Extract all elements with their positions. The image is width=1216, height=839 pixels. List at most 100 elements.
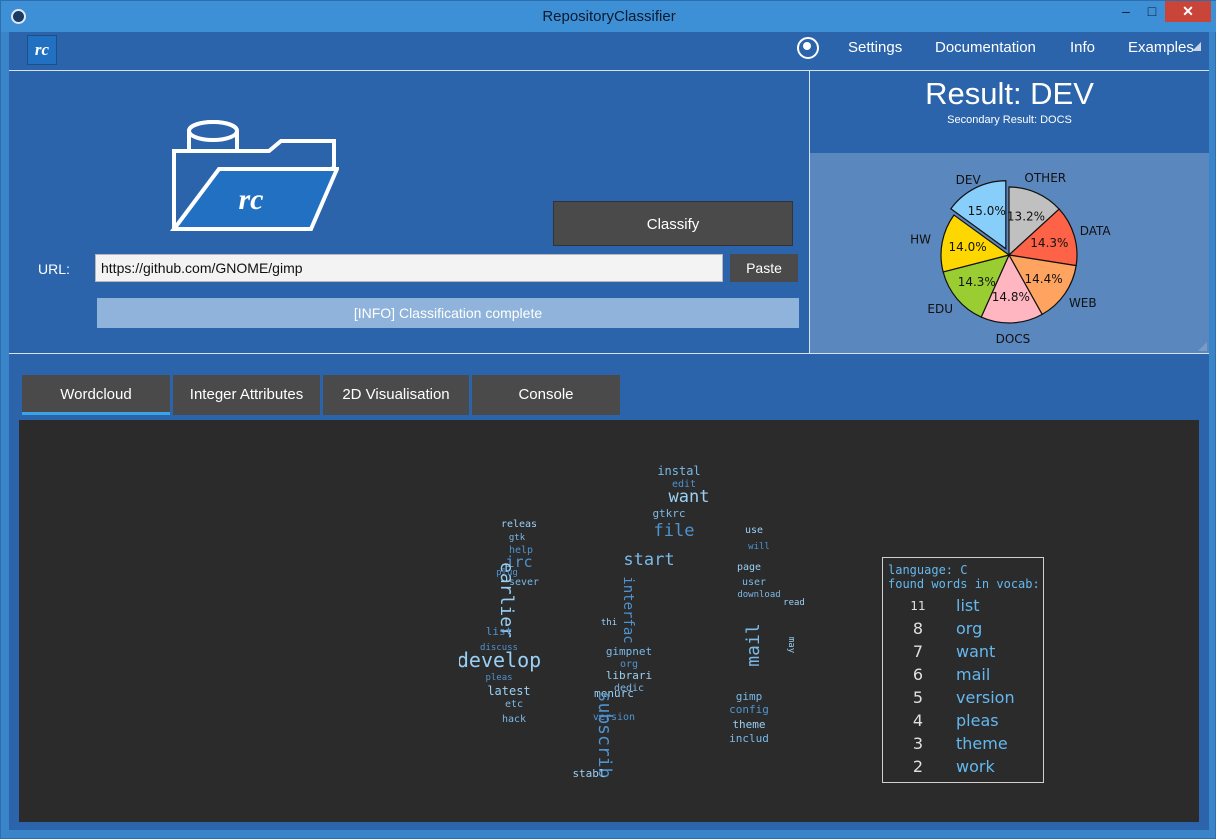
url-label: URL: [38,261,70,277]
vocab-word: work [956,757,995,776]
wordcloud-word: read [783,598,805,608]
wordcloud-word: list [486,625,513,638]
tab-console[interactable]: Console [472,375,620,415]
wordcloud-word: gimpnet [606,645,652,658]
result-title: Result: DEV [925,76,1094,111]
url-input[interactable] [95,254,723,282]
wordcloud-word: gtk [509,533,526,543]
wordcloud-word: theme [732,718,765,731]
wordcloud-image: instaleditwantgtkrcfilereleasgtkhelpuses… [459,464,805,780]
tab-integer-attributes[interactable]: Integer Attributes [173,375,320,415]
pie-category-label: WEB [1069,296,1097,310]
vocab-row: 5 version [883,688,1043,711]
vocab-count: 5 [912,688,924,707]
vocab-legend: language: C found words in vocab: 11 list… [882,557,1044,783]
menu-bar: rc Settings Documentation Info Examples [9,32,1209,71]
wordcloud-word: hack [502,714,526,725]
wordcloud-word: thi [601,618,617,628]
close-button[interactable]: ✕ [1165,1,1211,22]
menu-documentation[interactable]: Documentation [935,39,1036,56]
vocab-row: 11 list [883,596,1043,619]
pie-percent-label: 14.4% [1025,272,1063,286]
status-bar: [INFO] Classification complete [97,298,799,328]
wordcloud-word: interfac [620,576,636,643]
vocab-word: theme [956,734,1008,753]
repository-logo-icon: rc [170,120,339,231]
wordcloud-word: page [737,562,761,573]
pie-chart-area: 15.0% DEV 13.2% OTHER 14.3% DATA 14.4% WEB 14.8%… [810,153,1209,353]
app-logo: rc [27,35,57,65]
found-words-label: found words in vocab: [888,577,1040,591]
vocab-count: 2 [912,757,924,776]
pie-category-label: OTHER [1024,171,1066,185]
wordcloud-word: mail [743,623,764,666]
wordcloud-word: subscrib [594,692,615,779]
tab-2d-visualisation[interactable]: 2D Visualisation [323,375,469,415]
vocab-row: 4 pleas [883,711,1043,734]
wordcloud-word: sever [509,577,539,588]
vocab-count: 8 [912,619,924,638]
wordcloud-word: instal [657,464,700,478]
wordcloud-word: may [786,637,796,654]
input-panel: rc Classify URL: Paste [INFO] Classifica… [9,71,809,353]
wordcloud-word: want [669,487,710,507]
pie-percent-label: 15.0% [968,204,1006,218]
menu-settings[interactable]: Settings [848,39,902,56]
wordcloud-view: instal edit want gtkrc file releas gtk help use s… [19,420,1199,822]
pie-percent-label: 14.3% [958,275,996,289]
wordcloud-word: etc [505,699,523,710]
wordcloud-word: gimp [736,690,763,703]
vocab-word: mail [956,665,991,684]
wordcloud-word: latest [487,684,530,698]
wordcloud-word: gtkrc [652,507,685,520]
pie-percent-label: 14.8% [992,290,1030,304]
vocab-count: 6 [912,665,924,684]
wordcloud-word: use [745,525,763,536]
pie-chart: 15.0% DEV 13.2% OTHER 14.3% DATA 14.4% WEB 14.8%… [910,171,1112,346]
pie-percent-label: 13.2% [1007,209,1045,223]
wordcloud-word: librari [606,669,652,682]
wordcloud-word: download [737,590,780,600]
dropdown-arrow-icon[interactable] [1192,42,1201,51]
vocab-word: list [956,596,980,615]
pie-category-label: HW [910,232,931,246]
vocab-row: 3 theme [883,734,1043,757]
language-label: language: C [888,563,968,577]
pie-percent-label: 14.3% [1030,236,1068,250]
title-bar: RepositoryClassifier – □ ✕ [1,1,1216,32]
vocab-row: 7 want [883,642,1043,665]
menu-info[interactable]: Info [1070,39,1095,56]
vocab-count: 11 [910,599,926,613]
result-panel: Result: DEV Secondary Result: DOCS 15.0%… [810,71,1209,353]
result-header: Result: DEV Secondary Result: DOCS [810,71,1209,153]
paste-button[interactable]: Paste [730,254,798,282]
vocab-row: 6 mail [883,665,1043,688]
wordcloud-word: releas [501,519,537,530]
wordcloud-word: start [623,550,674,570]
globe-icon[interactable] [797,37,819,59]
pie-category-label: DATA [1080,224,1112,238]
secondary-result: Secondary Result: DOCS [947,114,1072,126]
vocab-row: 8 org [883,619,1043,642]
wordcloud-word: stabl [572,767,605,780]
wordcloud-word: includ [729,732,769,745]
minimize-button[interactable]: – [1113,1,1139,22]
vocab-row: 2 work [883,757,1043,780]
tabs-panel: Wordcloud Integer Attributes 2D Visualis… [9,354,1209,830]
vocab-word: want [956,642,996,661]
wordcloud-word: user [742,577,766,588]
resize-grip-icon[interactable] [1198,342,1207,351]
vocab-count: 7 [912,642,924,661]
tab-wordcloud[interactable]: Wordcloud [22,375,170,415]
wordcloud-word: config [729,703,769,716]
wordcloud-word: file [654,521,695,541]
vocab-count: 4 [912,711,924,730]
pie-category-label: DOCS [996,332,1031,346]
app-window: RepositoryClassifier – □ ✕ rc Settings D… [0,0,1216,839]
menu-examples[interactable]: Examples [1128,39,1194,56]
pie-percent-label: 14.0% [949,240,987,254]
vocab-word: pleas [956,711,999,730]
pie-category-label: EDU [927,302,953,316]
classify-button[interactable]: Classify [553,201,793,246]
maximize-button[interactable]: □ [1139,1,1165,22]
